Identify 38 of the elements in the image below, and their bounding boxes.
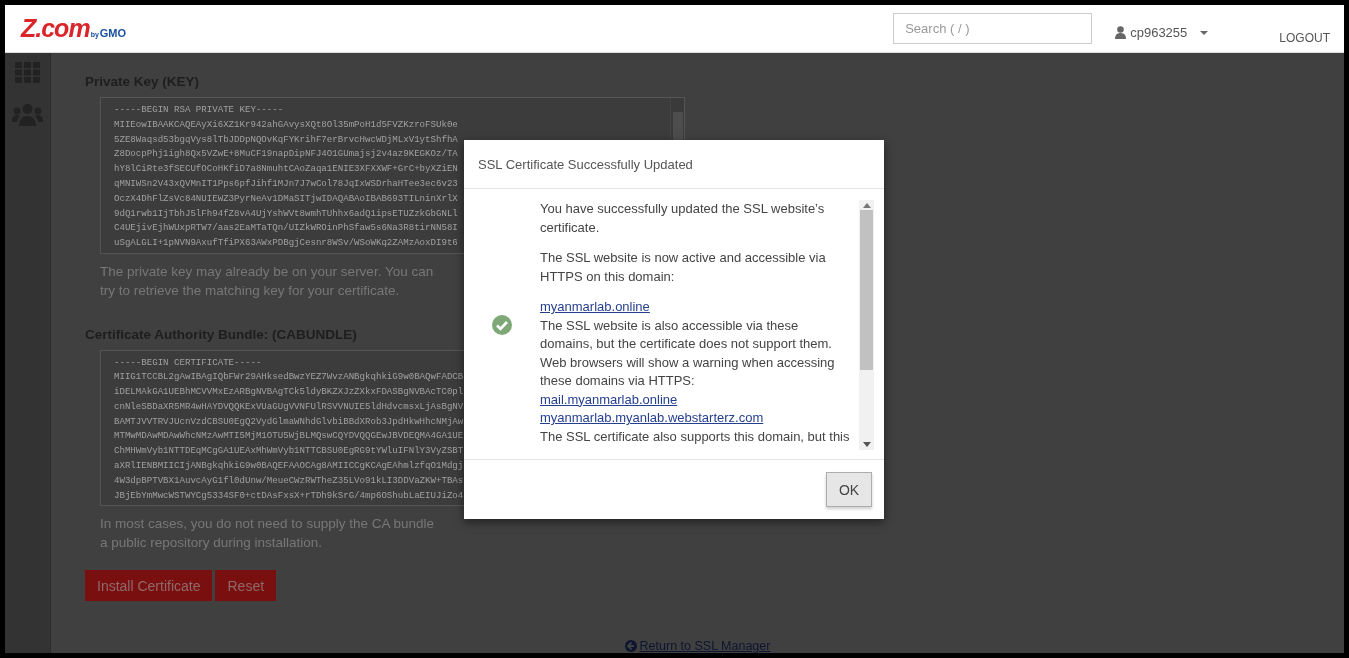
dialog-message: You have successfully updated the SSL website’s certificate.: [540, 200, 826, 237]
logout-link[interactable]: LOGOUT: [1279, 31, 1330, 45]
code-line: OczX4DhFlZsVc84NUIEWZ3PyrNeAv1DMaSITjwIDAQABAoIBAB693TILninXrlX: [114, 191, 458, 206]
code-line: hY8lCiRte3fSECUfOCoHKfiD7a8NmuhtCAoZaqa1ENIE3XFXXWF+GrC+byXZiEN: [114, 162, 458, 177]
scrollbar-thumb[interactable]: [672, 112, 683, 142]
code-line: 4W3dpBPTVBX1AuvcAyG1fl0dUnw/MeueCWzRWTheZ35LVo91kLI3DDVaZKW+TBAs: [114, 473, 464, 488]
code-line: MTMwMDAwMDAwWhcNMzAwMTI5MjM1OTU5WjBLMQswCQYDVQQGEwJBVDEQMA4GA1UE: [114, 429, 464, 444]
code-line: ChMHWmVyb1NTTDEqMCgGA1UEAxMhWmVyb1NTTCBSU0EgRG9tYWluIFNlY3VyZSBT: [114, 444, 464, 459]
code-line: uSgALGLI+1pNVN9AxufTfiPX63AWxPDBgjCesnr8WSv/WSoWKq2ZAMzAoxDI9t6: [114, 236, 458, 251]
scroll-down-icon[interactable]: [862, 442, 871, 447]
code-line: BAMTJVVTRVJUcnVzdCBSU0EgQ2VydGlmaWNhdGlvbiBBdXRob3JpdHkwHhcNMjAw: [114, 414, 464, 429]
search-field[interactable]: Search ( / ): [893, 13, 1093, 44]
domain-link[interactable]: myanmarlab.online: [540, 298, 650, 317]
code-line: 5ZE8Waqsd53bgqVys8lTbJDDpNQOvKqFYKrihF7erBrvcHwcWDjMLxV1ytShfhA: [114, 132, 458, 147]
code-line: aXRlIENBMIICIjANBgkqhkiG9w0BAQEFAAOCAg8AMIICCgKCAgEAhmlzfqO1Mdgj: [114, 459, 464, 474]
code-line: qMNIWSn2V43xQVMnIT1Pps6pfJihf1MJn7J7wCol78JqIxWSDrhaHTee3ec6v23: [114, 177, 458, 191]
domain-link[interactable]: myanmarlab.myanlab.webstarterz.com: [540, 409, 764, 428]
code-line: iDELMAkGA1UEBhMCVVMxEzARBgNVBAgTCk5ldyBKZXJzZXkxFDASBgNVBAcTC0pl: [114, 385, 464, 400]
code-line: MIIG1TCCBL2gAwIBAgIQbFWr29AHksedBwzYEZ7WvzANBgkqhkiG9w0BAQwFADCB: [114, 370, 464, 385]
dialog-title: SSL Certificate Successfully Updated: [478, 156, 693, 172]
user-icon: [1115, 26, 1127, 39]
code-line: C4UEjivEjhWUxpRTW7/aas2EaMTaTQn/UIZkWROinPhSfaw5s6Na3R8tirNN58I: [114, 221, 458, 236]
username-menu[interactable]: cp963255: [1130, 25, 1188, 40]
scrollbar-thumb[interactable]: [860, 210, 873, 370]
dialog-message: The SSL certificate also supports this domain, but this: [540, 427, 851, 446]
code-line: JBjEbYmMwcWSTWYCg5334SF0+ctDAsFxsX+rTDh9kSrG/4mp6OShubLaEIUJiZo4: [114, 488, 464, 503]
dialog-message: The SSL website is also accessible via these domains, but the certificate does not support them. Web browsers will show a warning when accessing these domains via HTTPS:: [540, 316, 836, 390]
code-line: MIIEowIBAAKCAQEAyXi6XZ1Kr942ahGAvysXQt8Ol35mPoH1d5FVZKzroFSUk0e: [114, 117, 458, 132]
domain-link[interactable]: mail.myanmarlab.online: [540, 390, 678, 409]
code-line: -----BEGIN RSA PRIVATE KEY-----: [114, 103, 284, 117]
ok-button[interactable]: OK: [826, 472, 872, 507]
scroll-up-icon[interactable]: [862, 203, 871, 208]
checkmark-icon: [492, 315, 512, 335]
code-line: 9dQ1rwb1IjTbhJ5lFh94fZ8vA4UjYshWVt8wmhTUhhx6adQ1ipsETUZzkGbGNLl: [114, 206, 458, 221]
code-line: cnNleSBDaXR5MR4wHAYDVQQKExVUaGUgVVNFUlRSVVNUIE5ldHdvcmsxLjAsBgNV: [114, 399, 464, 414]
code-line: Z8DocpPhj1igh8Qx5VZwE+8MuCF19napDipNFJ4O1GUmajsj2v4az9KEGKOz/TA: [114, 147, 458, 162]
dialog-message: The SSL website is now active and accessible via HTTPS on this domain:: [540, 249, 827, 286]
code-line: -----BEGIN CERTIFICATE-----: [114, 355, 262, 370]
